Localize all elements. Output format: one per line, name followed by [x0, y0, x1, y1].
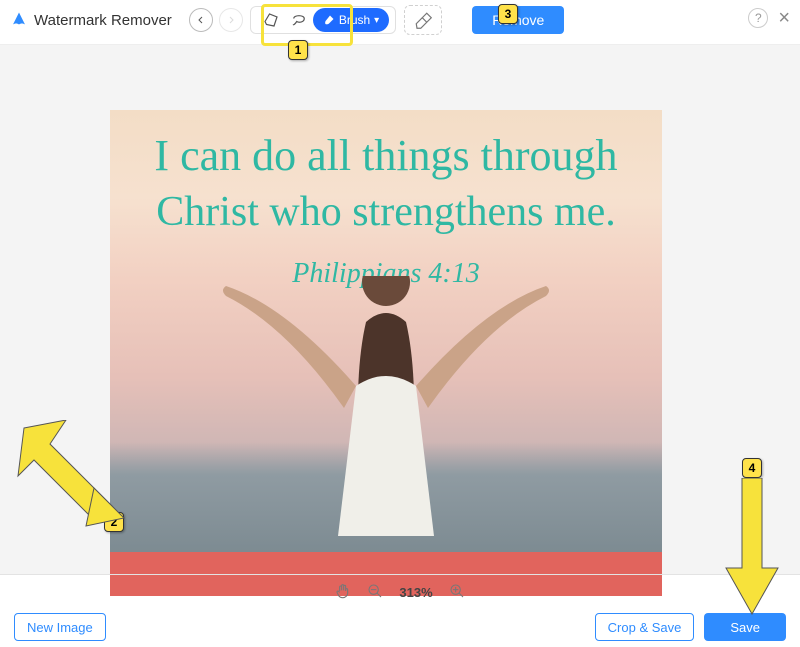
help-icon[interactable]: ? [748, 8, 768, 28]
redo-icon [219, 8, 243, 32]
crop-and-save-button[interactable]: Crop & Save [595, 613, 695, 641]
canvas-area[interactable]: I can do all things through Christ who s… [0, 45, 800, 575]
eraser-tool-button[interactable] [404, 5, 442, 35]
brush-icon [323, 14, 335, 26]
window-controls: ? × [748, 8, 790, 28]
polygon-tool-icon[interactable] [260, 9, 282, 31]
hand-icon[interactable] [335, 583, 351, 602]
canvas-separator [0, 574, 800, 575]
selection-tools-group: Brush ▾ [250, 6, 396, 34]
redo-button[interactable] [218, 7, 244, 33]
new-image-button[interactable]: New Image [14, 613, 106, 641]
chevron-down-icon: ▾ [374, 15, 379, 26]
image-person [206, 276, 566, 556]
edited-image[interactable]: I can do all things through Christ who s… [110, 110, 662, 596]
image-text-line1: I can do all things through [110, 130, 662, 181]
undo-icon [189, 8, 213, 32]
undo-button[interactable] [188, 7, 214, 33]
app-logo-icon [10, 11, 28, 29]
eraser-icon [414, 11, 432, 29]
app-title: Watermark Remover [34, 12, 172, 29]
footer-bar: New Image Crop & Save Save [0, 607, 800, 647]
top-bar: Watermark Remover Brush ▾ Remove [0, 0, 800, 40]
image-text-line2: Christ who strengthens me. [110, 188, 662, 236]
lasso-tool-icon[interactable] [288, 9, 310, 31]
zoom-level: 313% [399, 585, 432, 600]
zoom-in-icon[interactable] [449, 583, 465, 602]
remove-button[interactable]: Remove [472, 6, 564, 34]
callout-1: 1 [288, 40, 308, 60]
close-icon[interactable]: × [778, 9, 790, 27]
brush-label: Brush [339, 13, 370, 27]
callout-4: 4 [742, 458, 762, 478]
zoom-out-icon[interactable] [367, 583, 383, 602]
callout-2: 2 [104, 512, 124, 532]
status-bar: 313% [0, 577, 800, 607]
brush-tool-button[interactable]: Brush ▾ [313, 8, 389, 32]
callout-3: 3 [498, 4, 518, 24]
save-button[interactable]: Save [704, 613, 786, 641]
